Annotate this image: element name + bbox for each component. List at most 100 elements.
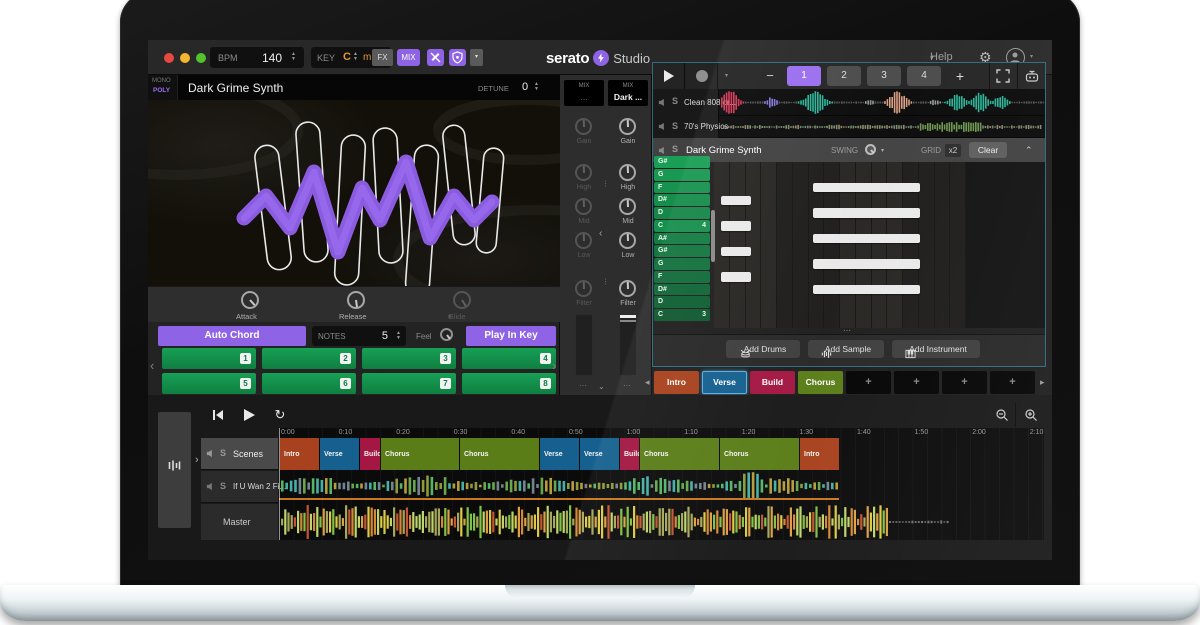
zoom-window-button[interactable] [196,53,206,63]
piano-key-G[interactable]: G [654,258,710,270]
sidebar-expand-icon[interactable]: › [195,454,199,466]
track-row-clean808[interactable]: S Clean 808 dr... [653,89,1045,116]
channel-fader[interactable] [619,314,637,376]
solo-icon[interactable]: S [672,121,678,131]
midi-note[interactable] [721,221,751,231]
glide-knob[interactable] [453,291,471,309]
midi-note[interactable] [813,183,920,193]
bar-button-4[interactable]: 4 [907,66,941,86]
scene-segment-intro[interactable]: Intro [280,438,319,470]
scene-tab-build[interactable]: Build [750,371,795,394]
scene-tab-+[interactable]: + [942,371,987,394]
filter-knob[interactable] [619,280,636,297]
master-track-name-cell[interactable]: Master [201,504,278,540]
pads-chevron-left-icon[interactable]: ‹ [150,358,154,373]
pad-3[interactable]: 3 [362,348,456,369]
scene-segment-chorus[interactable]: Chorus [381,438,459,470]
scene-tab-+[interactable]: + [990,371,1035,394]
midi-note[interactable] [813,285,920,295]
timeline-loop-button[interactable]: ↻ [265,403,295,427]
playhead[interactable] [279,428,280,540]
swing-caret-icon[interactable]: ▾ [881,147,884,154]
controller-shield-icon[interactable] [449,49,466,66]
record-button[interactable] [686,63,718,89]
bar-button-3[interactable]: 3 [867,66,901,86]
zoom-in-button[interactable] [1017,403,1045,427]
piano-key-C4[interactable]: C4 [654,220,710,232]
practice-mode-icon[interactable] [427,49,444,66]
mid-knob[interactable] [575,198,592,215]
low-knob[interactable] [619,232,636,249]
strip-drag-dots[interactable]: ⋯ [564,381,604,390]
mode-caret-icon[interactable]: ▾ [470,49,483,66]
piano-key-G[interactable]: G [654,169,710,181]
scene-segment-verse[interactable]: Verse [580,438,619,470]
pad-4[interactable]: 4 [462,348,556,369]
play-button[interactable] [653,63,685,89]
scene-tab-+[interactable]: + [846,371,891,394]
add-bar-button[interactable]: + [949,65,971,87]
notes-control[interactable]: NOTES 5 ▲▼ [312,326,406,346]
timeline-skip-start-button[interactable] [203,403,233,427]
piano-key-G#[interactable]: G# [654,245,710,257]
scene-tab-intro[interactable]: Intro [654,371,699,394]
pads-chevron-right-icon[interactable]: › [552,358,556,373]
scene-segment-verse[interactable]: Verse [320,438,359,470]
feel-knob[interactable] [440,328,453,341]
timeline-play-button[interactable] [234,403,264,427]
notes-stepper[interactable]: ▲▼ [396,331,401,341]
pad-7[interactable]: 7 [362,373,456,394]
track-row-70sphysics[interactable]: S 70's Physics [653,116,1045,138]
channel-fader[interactable] [575,314,593,376]
low-knob[interactable] [575,232,592,249]
pad-1[interactable]: 1 [162,348,256,369]
scenes-track-name-cell[interactable]: S Scenes [201,438,278,470]
strip-drag-dots[interactable]: ⋯ [608,381,648,390]
mono-poly-toggle[interactable]: MONO POLY [148,75,178,100]
scene-segment-chorus[interactable]: Chorus [640,438,719,470]
midi-note[interactable] [721,272,751,282]
scene-segment-build[interactable]: Build [360,438,380,470]
piano-key-F[interactable]: F [654,182,710,194]
bar-button-2[interactable]: 2 [827,66,861,86]
remove-bar-button[interactable]: − [759,65,781,87]
auto-chord-button[interactable]: Auto Chord [158,326,306,346]
add-instrument-button[interactable]: Add Instrument [892,340,980,358]
midi-note[interactable] [721,247,751,257]
pad-8[interactable]: 8 [462,373,556,394]
solo-icon[interactable]: S [672,96,678,106]
solo-icon[interactable]: S [220,481,226,491]
piano-key-C3[interactable]: C3 [654,309,710,321]
record-options-caret-icon[interactable]: ▾ [719,63,734,89]
fx-button[interactable]: FX [372,49,393,66]
scene-segment-chorus[interactable]: Chorus [460,438,539,470]
scene-segment-build[interactable]: Build [620,438,639,470]
release-knob[interactable] [347,291,365,309]
mid-knob[interactable] [619,198,636,215]
grid-value[interactable]: x2 [945,144,961,157]
collapse-track-icon[interactable]: ⌃ [1025,145,1033,156]
minimize-window-button[interactable] [180,53,190,63]
scene-segment-intro[interactable]: Intro [800,438,839,470]
midi-note[interactable] [813,234,920,244]
pad-6[interactable]: 6 [262,373,356,394]
audio-track-name-cell[interactable]: S If U Wan 2 Fi... [201,471,278,503]
solo-icon[interactable]: S [220,448,226,458]
gain-knob[interactable] [575,118,592,135]
avatar-caret-icon[interactable]: ▾ [1030,53,1033,60]
pad-2[interactable]: 2 [262,348,356,369]
high-knob[interactable] [575,164,592,181]
filter-knob[interactable] [575,280,592,297]
high-knob[interactable] [619,164,636,181]
clear-button[interactable]: Clear [969,142,1007,158]
swing-knob[interactable] [865,144,876,155]
pad-5[interactable]: 5 [162,373,256,394]
bar-button-1[interactable]: 1 [787,66,821,86]
detune-stepper[interactable]: ▲▼ [534,82,539,92]
zoom-out-button[interactable] [988,403,1016,427]
scene-tab-verse[interactable]: Verse [702,371,747,394]
gain-knob[interactable] [619,118,636,135]
piano-roll-grid[interactable] [714,162,966,328]
piano-key-D[interactable]: D [654,296,710,308]
selected-track-header[interactable]: S Dark Grime Synth SWING ▾ GRID x2 Clear… [653,138,1045,162]
